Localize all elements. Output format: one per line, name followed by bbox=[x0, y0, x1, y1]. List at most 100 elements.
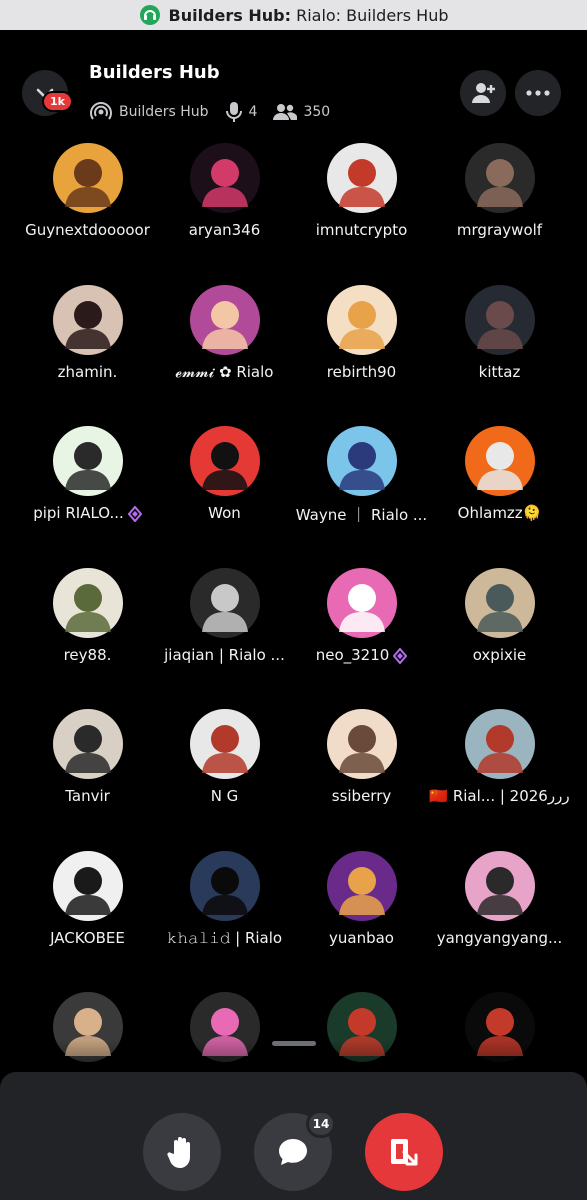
avatar bbox=[189, 285, 260, 355]
participant-name: rebirth90 bbox=[288, 363, 435, 381]
stage-meta: Builders Hub 4 350 bbox=[89, 101, 336, 123]
participant-tile[interactable]: yuanbao bbox=[288, 851, 435, 947]
participant-name-text: Wayne ｜ Rialo ... bbox=[295, 506, 428, 524]
participant-tile[interactable]: oxpixie bbox=[426, 568, 573, 664]
chat-unread-badge: 14 bbox=[306, 1110, 336, 1138]
participant-name: 𝓮𝓶𝓶𝓲 ✿ Rialo bbox=[151, 363, 298, 381]
nitro-gem-icon bbox=[393, 647, 408, 664]
leave-stage-button[interactable] bbox=[365, 1113, 443, 1191]
avatar bbox=[189, 143, 260, 213]
participant-name: 𝚔𝚑𝚊𝚕𝚒𝚍 | Rialo bbox=[151, 929, 298, 947]
avatar bbox=[326, 285, 397, 355]
avatar bbox=[52, 709, 123, 779]
participant-tile[interactable]: mrgraywolf bbox=[426, 143, 573, 239]
participant-tile[interactable]: 🇨🇳 Rial... | 2026ررر bbox=[426, 709, 573, 805]
participant-name-text: aryan346 bbox=[188, 221, 261, 239]
invite-button[interactable] bbox=[460, 70, 506, 116]
channel-name: Builders Hub bbox=[119, 104, 209, 120]
listeners-count: 350 bbox=[303, 104, 331, 120]
participant-name: jiaqian | Rialo ... bbox=[151, 646, 298, 664]
participant-name: oxpixie bbox=[426, 646, 573, 664]
participant-name-text: Won bbox=[208, 504, 241, 522]
speakers-count: 4 bbox=[248, 104, 258, 120]
participant-name: 🇨🇳 Rial... | 2026ررر bbox=[426, 787, 573, 805]
microphone-icon bbox=[225, 102, 242, 122]
participant-name-text: rebirth90 bbox=[326, 363, 397, 381]
participant-name-text: Tanvir bbox=[65, 787, 110, 805]
headset-logo-icon bbox=[139, 5, 160, 25]
participant-name: Wayne ｜ Rialo ... bbox=[288, 504, 435, 525]
participant-tile[interactable]: JACKOBEE bbox=[14, 851, 161, 947]
avatar bbox=[52, 143, 123, 213]
participant-name: yangyangyang... bbox=[426, 929, 573, 947]
participant-tile[interactable]: ssiberry bbox=[288, 709, 435, 805]
avatar bbox=[326, 143, 397, 213]
avatar bbox=[464, 709, 535, 779]
add-user-icon bbox=[472, 83, 495, 103]
participant-name: Ohlamzz🫠 bbox=[426, 504, 573, 522]
participant-tile[interactable]: N G bbox=[151, 709, 298, 805]
participant-name: Guynextdooooor bbox=[14, 221, 161, 239]
participant-tile[interactable]: Ohlamzz🫠 bbox=[426, 426, 573, 522]
participant-name: rey88. bbox=[14, 646, 161, 664]
drag-handle[interactable] bbox=[272, 1041, 316, 1046]
participant-tile[interactable]: Guynextdooooor bbox=[14, 143, 161, 239]
participant-tile[interactable]: aryan346 bbox=[151, 143, 298, 239]
participant-tile[interactable]: jiaqian | Rialo ... bbox=[151, 568, 298, 664]
page-title: Builders Hub bbox=[89, 62, 220, 83]
browser-title: Builders Hub: Rialo: Builders Hub bbox=[169, 6, 449, 25]
participant-tile[interactable]: rey88. bbox=[14, 568, 161, 664]
participant-name: kittaz bbox=[426, 363, 573, 381]
avatar bbox=[326, 426, 397, 496]
avatar bbox=[464, 568, 535, 638]
participant-name-text: yuanbao bbox=[329, 929, 394, 947]
avatar bbox=[52, 285, 123, 355]
participant-tile[interactable]: kittaz bbox=[426, 285, 573, 381]
participant-name-text: 𝚔𝚑𝚊𝚕𝚒𝚍 | Rialo bbox=[166, 929, 283, 947]
more-options-button[interactable] bbox=[515, 70, 561, 116]
participant-name: aryan346 bbox=[151, 221, 298, 239]
participant-name: mrgraywolf bbox=[426, 221, 573, 239]
participant-name: N G bbox=[151, 787, 298, 805]
participant-name-text: mrgraywolf bbox=[456, 221, 543, 239]
participant-tile[interactable]: 𝓮𝓶𝓶𝓲 ✿ Rialo bbox=[151, 285, 298, 381]
participant-tile[interactable]: pipi RIALO... bbox=[14, 426, 161, 522]
raise-hand-button[interactable] bbox=[143, 1113, 221, 1191]
participant-name-text: rey88. bbox=[63, 646, 112, 664]
browser-title-rest: Rialo: Builders Hub bbox=[290, 5, 449, 25]
participant-name-text: neo_3210 bbox=[315, 646, 390, 664]
participant-name-text: 𝓮𝓶𝓶𝓲 ✿ Rialo bbox=[175, 363, 274, 381]
avatar bbox=[189, 851, 260, 921]
participant-tile[interactable]: 𝚔𝚑𝚊𝚕𝚒𝚍 | Rialo bbox=[151, 851, 298, 947]
participant-name: imnutcrypto bbox=[288, 221, 435, 239]
avatar bbox=[326, 568, 397, 638]
participant-tile[interactable]: zhamin. bbox=[14, 285, 161, 381]
participant-name-text: pipi RIALO... bbox=[33, 504, 124, 522]
avatar bbox=[189, 709, 260, 779]
participant-tile[interactable]: neo_3210 bbox=[288, 568, 435, 664]
participant-tile[interactable]: Tanvir bbox=[14, 709, 161, 805]
participant-tile[interactable]: yangyangyang... bbox=[426, 851, 573, 947]
stage-broadcast-icon bbox=[90, 102, 112, 120]
participant-tile[interactable]: rebirth90 bbox=[288, 285, 435, 381]
avatar bbox=[326, 709, 397, 779]
avatar bbox=[464, 143, 535, 213]
participant-name-text: yangyangyang... bbox=[436, 929, 563, 947]
participant-tile[interactable]: imnutcrypto bbox=[288, 143, 435, 239]
avatar bbox=[189, 568, 260, 638]
leave-stage-icon bbox=[391, 1139, 418, 1166]
participant-name: neo_3210 bbox=[288, 646, 435, 664]
participant-name-text: Guynextdooooor bbox=[25, 221, 150, 239]
participant-name: Tanvir bbox=[14, 787, 161, 805]
participant-name-text: oxpixie bbox=[472, 646, 527, 664]
participant-name-text: zhamin. bbox=[57, 363, 118, 381]
participant-tile[interactable]: Wayne ｜ Rialo ... bbox=[288, 426, 435, 525]
participant-tile[interactable]: Won bbox=[151, 426, 298, 522]
avatar bbox=[464, 285, 535, 355]
participant-name: pipi RIALO... bbox=[14, 504, 161, 522]
participant-name: yuanbao bbox=[288, 929, 435, 947]
browser-title-bold: Builders Hub: bbox=[168, 5, 291, 25]
avatar bbox=[52, 568, 123, 638]
participant-name-text: imnutcrypto bbox=[315, 221, 408, 239]
avatar bbox=[189, 426, 260, 496]
